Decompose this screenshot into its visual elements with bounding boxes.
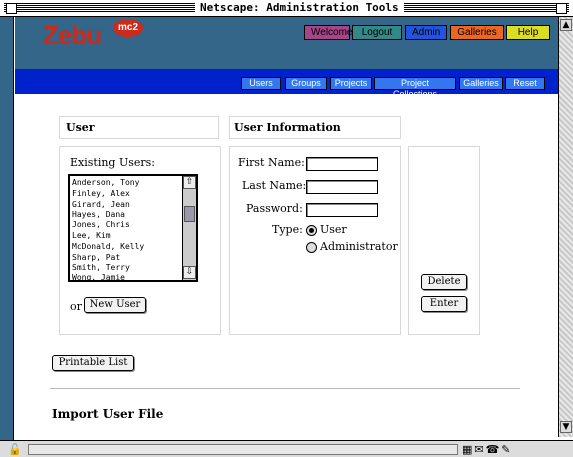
first-name-label: First Name: [238,156,305,169]
scroll-thumb[interactable] [184,206,195,222]
type-user-radio[interactable] [306,225,317,236]
horizontal-scrollbar[interactable] [28,444,458,455]
nav-welcome-button[interactable]: Welcome [304,25,353,40]
password-input[interactable] [306,203,378,217]
type-label: Type: [272,223,303,236]
subnav-galleries[interactable]: Galleries [459,77,503,90]
subnav-users[interactable]: Users [241,77,281,90]
list-item[interactable]: Hayes, Dana [72,210,182,220]
zoom-box-icon[interactable] [556,3,567,14]
new-user-button[interactable]: New User [84,297,146,313]
zebu-logo: Zebu [43,20,102,50]
user-info-heading: User Information [234,121,341,134]
list-item[interactable]: Smith, Terry [72,263,182,273]
left-frame-rail [0,17,14,440]
panel-spacer [50,110,486,111]
last-name-label: Last Name: [242,179,307,192]
list-item[interactable]: Sharp, Pat [72,252,182,263]
status-bar: 🔓 ▦✉☎✎ [0,440,573,457]
window-title: Netscape: Administration Tools [195,1,404,15]
list-item[interactable]: Girard, Jean [72,199,182,210]
existing-users-list[interactable]: Anderson, Tony Finley, Alex Girard, Jean… [68,174,198,282]
list-item[interactable]: McDonald, Kelly [72,241,182,252]
list-item[interactable]: Finley, Alex [72,188,182,199]
nav-logout-button[interactable]: Logout [352,25,402,40]
type-administrator-label: Administrator [320,240,398,253]
nav-galleries-button[interactable]: Galleries [450,25,504,40]
scroll-up-icon[interactable]: ▲ [560,19,572,31]
vertical-scrollbar[interactable]: ▲ ▼ [558,17,573,437]
component-bar-icons[interactable]: ▦✉☎✎ [462,443,513,456]
list-item[interactable]: Jones, Chris [72,220,182,230]
user-heading: User [66,121,95,134]
enter-button[interactable]: Enter [421,296,467,312]
logo-badge: mc2 [113,19,143,37]
last-name-input[interactable] [306,180,378,194]
import-user-file-heading: Import User File [52,407,164,421]
nav-admin-button[interactable]: Admin [405,25,447,40]
security-lock-icon[interactable]: 🔓 [8,443,22,456]
scroll-up-icon[interactable]: ⇧ [183,176,196,189]
printable-list-button[interactable]: Printable List [52,355,134,371]
or-label: or [70,300,82,313]
scroll-down-icon[interactable]: ⇩ [183,266,196,279]
type-administrator-radio[interactable] [306,242,317,253]
subnav-projects[interactable]: Projects [330,77,372,90]
users-items: Anderson, Tony Finley, Alex Girard, Jean… [72,177,182,283]
type-user-label: User [320,223,347,236]
password-label: Password: [246,202,303,215]
section-divider [50,388,520,389]
existing-users-label: Existing Users: [70,156,155,169]
scroll-down-icon[interactable]: ▼ [560,421,572,433]
list-item[interactable]: Wong, Jamie [72,273,182,283]
list-item[interactable]: Lee, Kim [72,230,182,241]
close-box-icon[interactable] [6,3,17,14]
first-name-input[interactable] [306,157,378,171]
subnav-groups[interactable]: Groups [285,77,327,90]
delete-button[interactable]: Delete [421,274,467,290]
users-list-scrollbar[interactable]: ⇧ ⇩ [182,176,196,280]
subnav-reset[interactable]: Reset [505,77,545,90]
nav-help-button[interactable]: Help [506,25,550,40]
subnav-project-collections[interactable]: Project Collections [374,77,456,99]
window-titlebar[interactable]: Netscape: Administration Tools [0,0,573,17]
list-item[interactable]: Anderson, Tony [72,177,182,188]
